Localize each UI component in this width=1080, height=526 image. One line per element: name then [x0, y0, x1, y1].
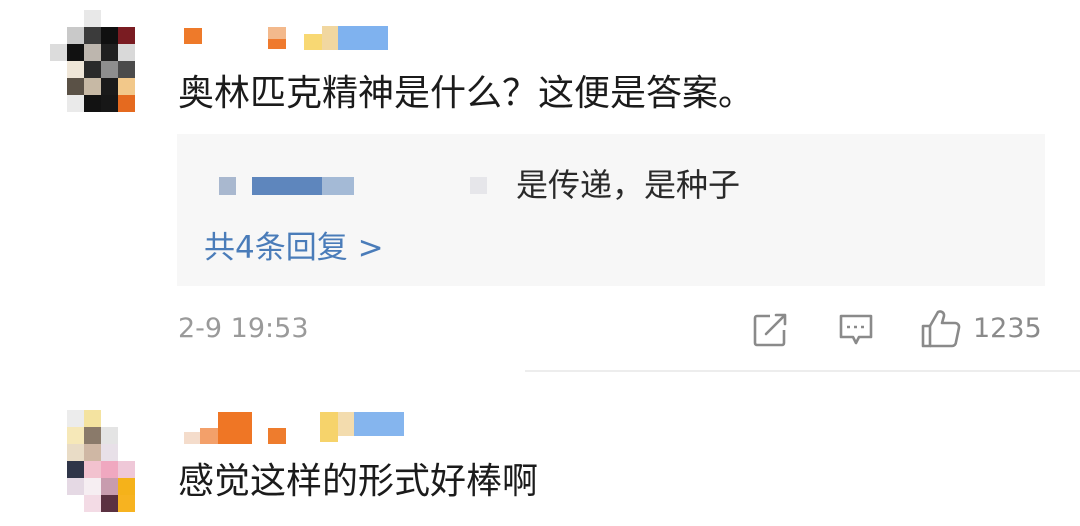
- like-icon: [920, 308, 962, 350]
- like-count: 1235: [973, 313, 1042, 344]
- comment-text: 奥林匹克精神是什么？这便是答案。: [178, 73, 755, 114]
- avatar[interactable]: [50, 10, 135, 122]
- reply-text: 是传递，是种子: [516, 166, 741, 204]
- divider: [525, 370, 1080, 372]
- share-icon: [752, 312, 788, 348]
- comment-text: 感觉这样的形式好棒啊: [178, 461, 539, 502]
- avatar[interactable]: [50, 410, 135, 522]
- comment-icon: [837, 312, 875, 348]
- view-replies-link[interactable]: 共4条回复 >: [204, 222, 384, 267]
- comment-button[interactable]: [837, 312, 875, 348]
- comment-timestamp: 2-9 19:53: [178, 313, 309, 344]
- like-button[interactable]: [920, 308, 962, 350]
- share-button[interactable]: [752, 312, 788, 348]
